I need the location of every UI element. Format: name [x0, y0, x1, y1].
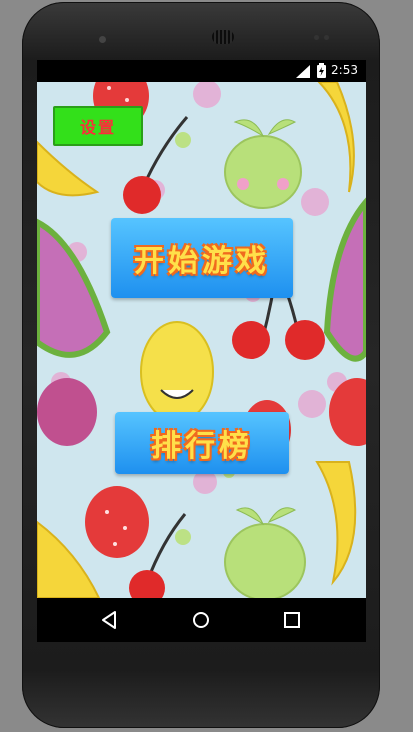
- recents-icon[interactable]: [281, 609, 303, 631]
- signal-icon: [296, 65, 310, 78]
- light-sensor: [324, 35, 329, 40]
- status-clock: 2:53: [331, 63, 358, 77]
- home-icon[interactable]: [190, 609, 212, 631]
- fruit-background: [37, 82, 366, 598]
- proximity-sensor: [314, 35, 319, 40]
- earpiece-speaker: [212, 30, 234, 44]
- status-bar: 2:53: [37, 60, 366, 82]
- settings-button[interactable]: 设置: [53, 106, 143, 146]
- front-camera: [99, 36, 106, 43]
- device-screen: 2:53 设置 开始游戏 排行榜: [37, 60, 366, 642]
- start-game-button[interactable]: 开始游戏: [111, 218, 293, 298]
- navigation-bar: [37, 598, 366, 642]
- back-icon[interactable]: [99, 609, 121, 631]
- leaderboard-button[interactable]: 排行榜: [115, 412, 289, 474]
- battery-icon: [317, 63, 326, 78]
- app-content: 设置 开始游戏 排行榜: [37, 82, 366, 598]
